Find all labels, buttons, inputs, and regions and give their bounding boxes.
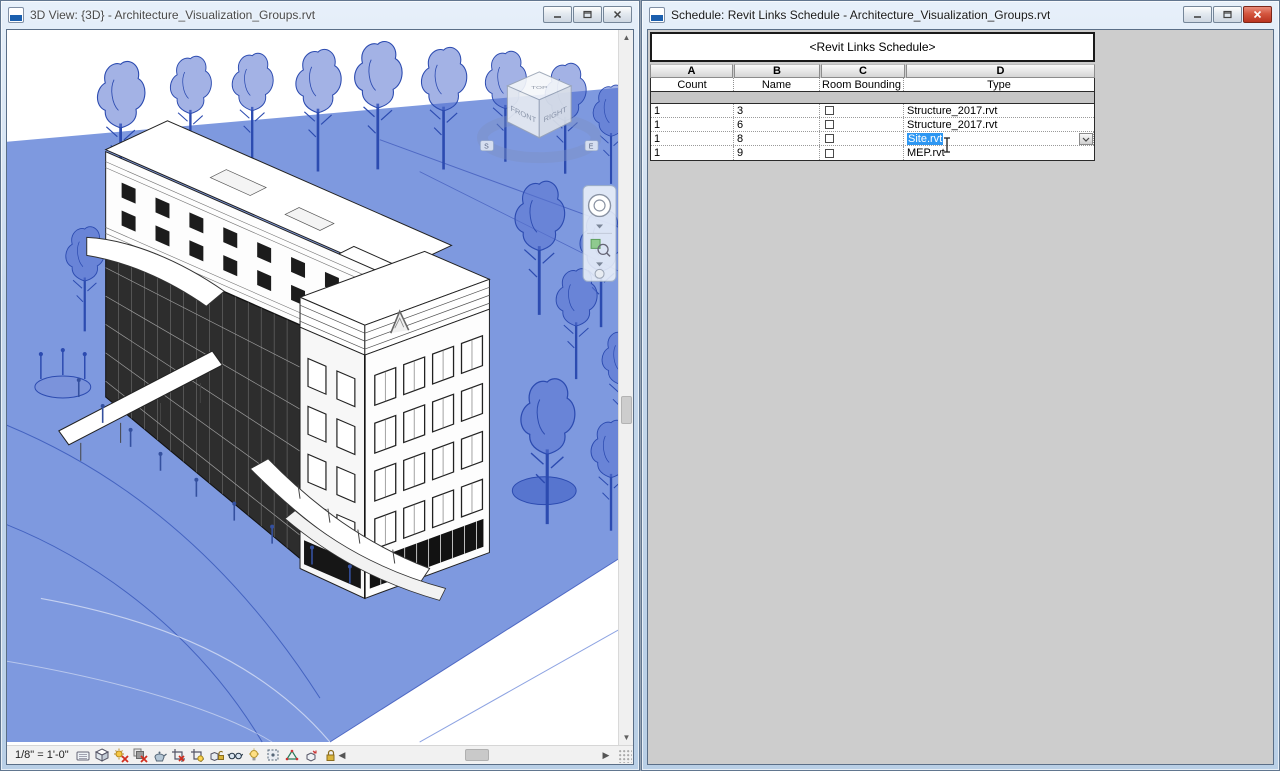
compass-label-right[interactable]: E [589,144,594,151]
unlocked-3d-view-icon[interactable] [208,747,226,764]
cell-type[interactable]: Structure_2017.rvt [904,104,1094,117]
window-3d-view: 3D View: {3D} - Architecture_Visualizati… [0,0,640,771]
detail-level-icon[interactable] [75,747,93,764]
schedule-title[interactable]: <Revit Links Schedule> [650,32,1095,62]
highlight-displacement-sets-icon[interactable] [303,747,321,764]
column-letter-c[interactable]: C [821,64,905,78]
room-bounding-checkbox[interactable] [825,106,834,115]
cell-room-bounding[interactable] [820,104,904,117]
cell-name[interactable]: 9 [734,146,820,160]
table-row: 1 6 Structure_2017.rvt [651,118,1094,132]
maximize-button[interactable] [1213,6,1242,23]
schedule-headers: Count Name Room Bounding Type [650,78,1095,92]
cell-count[interactable]: 1 [651,146,734,160]
schedule-table: <Revit Links Schedule> A B C D Count Nam… [650,32,1095,161]
cell-count[interactable]: 1 [651,118,734,131]
type-dropdown-button[interactable] [1079,133,1093,145]
column-letter-d[interactable]: D [906,64,1095,78]
text-cursor [942,137,952,153]
minimize-button[interactable] [543,6,572,23]
maximize-button[interactable] [573,6,602,23]
cell-count[interactable]: 1 [651,104,734,117]
schedule-group-band [650,92,1095,103]
temporary-view-properties-icon[interactable] [265,747,283,764]
minimize-button[interactable] [1183,6,1212,23]
scale-label[interactable]: 1/8" = 1'-0" [7,749,75,761]
header-room-bounding[interactable]: Room Bounding [820,78,904,91]
header-name[interactable]: Name [734,78,820,91]
room-bounding-checkbox[interactable] [825,149,834,158]
window-title: 3D View: {3D} - Architecture_Visualizati… [30,8,315,22]
sun-path-off-icon[interactable] [113,747,131,764]
scroll-down-arrow[interactable]: ▼ [619,730,634,745]
close-button[interactable] [603,6,632,23]
pond [512,477,576,505]
titlebar-schedule[interactable]: Schedule: Revit Links Schedule - Archite… [642,1,1279,28]
table-row-selected: 1 8 Site.rvt [651,132,1094,146]
room-bounding-checkbox[interactable] [825,120,834,129]
navigation-bar [583,186,616,282]
cell-room-bounding[interactable] [820,132,904,145]
close-button[interactable] [1243,6,1272,23]
cell-type[interactable]: Structure_2017.rvt [904,118,1094,131]
scroll-up-arrow[interactable]: ▲ [619,30,634,45]
schedule-rows: 1 3 Structure_2017.rvt 1 6 Structure_201… [650,103,1095,161]
3d-scene: S E TOP FRONT RIGHT [7,30,618,745]
horizontal-scroll-thumb[interactable] [465,749,489,761]
cell-room-bounding[interactable] [820,146,904,160]
column-letter-a[interactable]: A [650,64,733,78]
scroll-left-arrow[interactable]: ◀ [335,748,349,762]
cell-name[interactable]: 3 [734,104,820,117]
cell-name[interactable]: 6 [734,118,820,131]
table-row: 1 3 Structure_2017.rvt [651,104,1094,118]
reveal-hidden-elements-icon[interactable] [246,747,264,764]
crop-view-icon[interactable] [170,747,188,764]
column-letter-b[interactable]: B [734,64,820,78]
rvt-file-icon [8,7,24,23]
header-count[interactable]: Count [651,78,734,91]
show-crop-region-icon[interactable] [189,747,207,764]
view-control-bar: 1/8" = 1'-0" ◀ [7,745,633,764]
show-analytical-model-icon[interactable] [284,747,302,764]
cell-type-editing[interactable]: Site.rvt [904,132,1094,145]
3d-viewport[interactable]: S E TOP FRONT RIGHT [7,30,618,745]
schedule-column-letters: A B C D [650,64,1095,78]
vertical-scrollbar[interactable]: ▲ ▼ [618,30,633,745]
cell-count[interactable]: 1 [651,132,734,145]
navbar-more-button[interactable] [595,269,604,278]
show-rendering-dialog-icon[interactable] [151,747,169,764]
vertical-scroll-thumb[interactable] [621,396,632,424]
scroll-right-arrow[interactable]: ▶ [599,748,613,762]
cell-name[interactable]: 8 [734,132,820,145]
room-bounding-checkbox[interactable] [825,134,834,143]
visual-style-icon[interactable] [94,747,112,764]
window-title: Schedule: Revit Links Schedule - Archite… [671,8,1050,22]
cell-type[interactable]: MEP.rvt [904,146,1094,160]
viewcube-label-top[interactable]: TOP [531,85,547,90]
compass-label-left[interactable]: S [484,144,489,151]
temporary-hide-isolate-icon[interactable] [227,747,245,764]
selected-cell-text[interactable]: Site.rvt [907,133,943,145]
resize-grip[interactable] [619,750,632,763]
rvt-file-icon [649,7,665,23]
titlebar-3d-view[interactable]: 3D View: {3D} - Architecture_Visualizati… [1,1,639,28]
shadows-off-icon[interactable] [132,747,150,764]
cell-room-bounding[interactable] [820,118,904,131]
steering-wheel-button[interactable] [589,195,611,217]
window-schedule: Schedule: Revit Links Schedule - Archite… [641,0,1280,771]
table-row: 1 9 MEP.rvt [651,146,1094,160]
header-type[interactable]: Type [904,78,1094,91]
